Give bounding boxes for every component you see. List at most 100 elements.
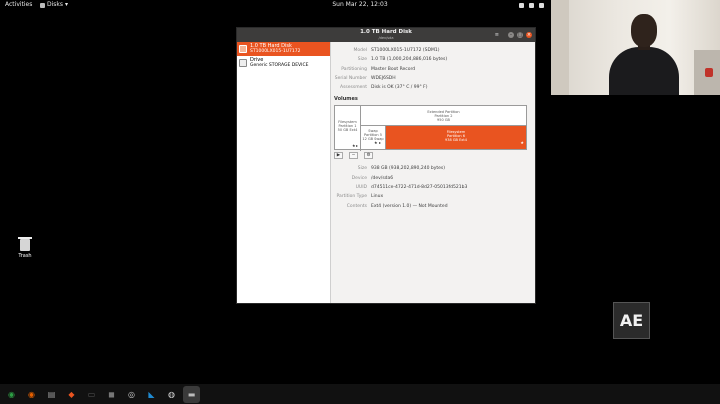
- info-label: Size: [357, 57, 367, 63]
- disks-icon: ▬: [187, 389, 196, 399]
- usb-drive-icon: [239, 59, 247, 67]
- partition-label: 50 GB Ext4: [337, 128, 358, 133]
- device-item-drive[interactable]: Drive Generic STORAGE DEVICE: [237, 56, 330, 70]
- play-small-icon: ▸: [356, 143, 359, 149]
- window-title: 1.0 TB Hard Disk: [360, 29, 412, 35]
- dock-item[interactable]: ◉: [23, 386, 40, 403]
- dock-item[interactable]: ◉: [3, 386, 20, 403]
- dock-item[interactable]: ◍: [163, 386, 180, 403]
- chrome-icon: ◉: [8, 389, 15, 399]
- webcam-icon: ◎: [128, 389, 135, 399]
- info-row-size: Size 938 GB (938,202,890,240 bytes): [334, 164, 532, 173]
- info-label: Size: [357, 166, 367, 172]
- terminal-icon: ▭: [87, 389, 96, 399]
- partition-label: 950 GB: [437, 118, 450, 123]
- mouse-cursor-icon: [270, 241, 273, 246]
- window-subtitle: /dev/sda: [378, 36, 394, 40]
- volume-icon: [529, 2, 534, 8]
- desktop: Activities Disks ▾ Sun Mar 22, 12:03 Tra…: [0, 0, 720, 404]
- firefox-icon: ◉: [28, 389, 35, 399]
- disk-detail-pane: Model ST1000LX015-1U7172 (SDM1) Size 1.0…: [331, 42, 535, 303]
- trash-label: Trash: [18, 253, 32, 259]
- obs-icon: ◍: [168, 389, 175, 399]
- volume-map: Filesystem Partition 1 50 GB Ext4 ★ ▸ Ex…: [334, 105, 527, 152]
- info-value: ST1000LX015-1U7172 (SDM1): [371, 48, 440, 53]
- dock-item[interactable]: ▭: [83, 386, 100, 403]
- info-row-device: Device /dev/sda6: [334, 174, 532, 183]
- info-row-partition-type: Partition Type Linux: [334, 192, 532, 201]
- info-label: Assessment: [340, 85, 367, 91]
- maximize-button[interactable]: □: [517, 32, 523, 38]
- disks-app-icon: [40, 2, 45, 8]
- extended-partition-block[interactable]: Extended Partition Partition 2 950 GB: [361, 106, 526, 127]
- activities-button[interactable]: Activities: [5, 0, 32, 10]
- info-value: d74511ce-4722-471d-8d27-05013fd521b3: [371, 185, 468, 191]
- info-value: Ext4 (version 1.0) — Not Mounted: [371, 203, 448, 209]
- minimize-button[interactable]: –: [508, 32, 514, 38]
- files-icon: ▤: [47, 389, 56, 399]
- window-titlebar[interactable]: 1.0 TB Hard Disk /dev/sda ≡ – □ ×: [237, 28, 535, 42]
- info-row-partitioning: Partitioning Master Boot Record: [334, 65, 532, 74]
- partition-settings-button[interactable]: ⚙: [364, 152, 373, 160]
- partition-label: 938 GB Ext4: [445, 138, 467, 143]
- power-icon: [539, 2, 544, 8]
- info-value: 1.0 TB (1,000,204,886,016 bytes): [371, 57, 448, 63]
- play-small-icon: ▸: [379, 140, 382, 146]
- info-value: Master Boot Record: [371, 66, 416, 72]
- info-label: UUID: [355, 185, 367, 191]
- info-value: Disk is OK (37° C / 99° F): [371, 85, 428, 91]
- dock-item[interactable]: ◆: [63, 386, 80, 403]
- info-value: /dev/sda6: [371, 175, 394, 181]
- screenshot-icon: ◼: [108, 389, 115, 399]
- dock-item[interactable]: ◼: [103, 386, 120, 403]
- trash-icon: [18, 237, 32, 251]
- mount-button[interactable]: ▶: [334, 152, 343, 160]
- partition-6-block[interactable]: Filesystem Partition 6 938 GB Ext4 ★: [386, 126, 526, 150]
- star-icon: ★: [374, 140, 378, 146]
- partition-info: Size 938 GB (938,202,890,240 bytes) Devi…: [334, 164, 532, 210]
- partition-label: 12 GB Swap: [362, 137, 384, 142]
- webcam-overlay: [551, 0, 720, 95]
- network-icon: [519, 2, 524, 8]
- delete-partition-button[interactable]: −: [349, 152, 358, 160]
- volume-toolbar: ▶ − ⚙: [334, 152, 532, 160]
- info-value: WDEJ6SDH: [371, 75, 396, 81]
- dock-item[interactable]: ▬: [183, 385, 200, 403]
- system-tray[interactable]: [519, 0, 544, 10]
- info-label: Partitioning: [341, 66, 367, 72]
- info-row-uuid: UUID d74511ce-4722-471d-8d27-05013fd521b…: [334, 183, 532, 192]
- star-icon: ★: [520, 140, 524, 146]
- disks-window: 1.0 TB Hard Disk /dev/sda ≡ – □ × 1.0 TB…: [236, 27, 536, 304]
- info-label: Serial Number: [334, 75, 367, 81]
- store-icon: ◆: [68, 389, 75, 399]
- app-menu-label: Disks: [47, 1, 64, 8]
- device-item-hard-disk[interactable]: 1.0 TB Hard Disk ST1000LX015-1U7172: [237, 42, 330, 56]
- info-row-assessment: Assessment Disk is OK (37° C / 99° F): [334, 83, 532, 92]
- clock[interactable]: Sun Mar 22, 12:03: [320, 0, 400, 10]
- info-value: Linux: [371, 194, 384, 200]
- info-row-serial: Serial Number WDEJ6SDH: [334, 74, 532, 83]
- info-row-contents: Contents Ext4 (version 1.0) — Not Mounte…: [334, 202, 532, 211]
- info-row-model: Model ST1000LX015-1U7172 (SDM1): [334, 46, 532, 55]
- info-label: Device: [351, 175, 367, 181]
- info-row-size: Size 1.0 TB (1,000,204,886,016 bytes): [334, 55, 532, 64]
- trash-desktop-icon[interactable]: Trash: [15, 237, 35, 259]
- close-button[interactable]: ×: [526, 32, 532, 38]
- dock: ◉ ◉ ▤ ◆ ▭ ◼ ◎ ◣ ◍ ▬: [0, 384, 720, 404]
- dock-item[interactable]: ◣: [143, 386, 160, 403]
- device-list: 1.0 TB Hard Disk ST1000LX015-1U7172 Driv…: [237, 42, 331, 303]
- dock-item[interactable]: ◎: [123, 386, 140, 403]
- hard-disk-icon: [239, 45, 247, 53]
- app-menu[interactable]: Disks ▾: [40, 0, 68, 10]
- volumes-heading: Volumes: [334, 96, 358, 103]
- partition-1-block[interactable]: Filesystem Partition 1 50 GB Ext4 ★ ▸: [335, 106, 361, 152]
- device-detail: Generic STORAGE DEVICE: [250, 63, 309, 68]
- dock-item[interactable]: ▤: [43, 386, 60, 403]
- hamburger-menu-icon[interactable]: ≡: [495, 32, 499, 38]
- info-label: Model: [353, 48, 367, 53]
- swap-partition-block[interactable]: Swap Partition 5 12 GB Swap ★ ▸: [361, 126, 386, 150]
- device-detail: ST1000LX015-1U7172: [250, 49, 301, 54]
- vscode-icon: ◣: [148, 389, 155, 399]
- info-label: Partition Type: [336, 194, 367, 200]
- chevron-down-icon: ▾: [65, 1, 69, 8]
